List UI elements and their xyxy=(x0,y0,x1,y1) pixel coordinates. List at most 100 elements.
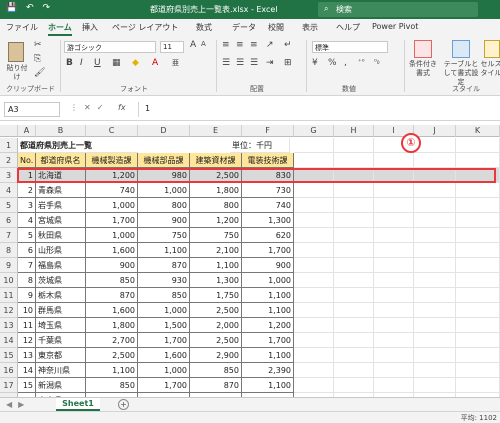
table-cell[interactable]: 750 xyxy=(190,228,242,243)
grid-cell[interactable] xyxy=(414,153,456,168)
grid-cell[interactable] xyxy=(374,213,414,228)
grid-cell[interactable] xyxy=(374,273,414,288)
col-header-a[interactable]: A xyxy=(18,125,36,137)
table-cell[interactable]: 2,390 xyxy=(242,363,294,378)
cell-styles-icon[interactable] xyxy=(484,40,500,58)
table-cell[interactable]: 8 xyxy=(18,273,36,288)
col-header-e[interactable]: E xyxy=(190,125,242,137)
merge-icon[interactable]: ⊞ xyxy=(284,58,292,68)
add-sheet-icon[interactable]: + xyxy=(118,399,129,410)
grid-cell[interactable] xyxy=(334,183,374,198)
table-cell[interactable]: 800 xyxy=(190,198,242,213)
table-cell[interactable]: 秋田県 xyxy=(36,228,86,243)
grid-cell[interactable] xyxy=(414,198,456,213)
grid-cell[interactable] xyxy=(456,228,500,243)
select-all-corner[interactable] xyxy=(0,125,18,137)
table-cell[interactable]: 1,700 xyxy=(86,213,138,228)
table-cell[interactable]: 1,300 xyxy=(242,213,294,228)
align-left-icon[interactable]: ☰ xyxy=(222,58,230,68)
font-size-select[interactable]: 11 xyxy=(160,41,184,53)
grid-cell[interactable] xyxy=(294,273,334,288)
grid-cell[interactable] xyxy=(456,138,500,153)
grid-cell[interactable] xyxy=(294,213,334,228)
table-cell[interactable]: 埼玉県 xyxy=(36,318,86,333)
grid-cell[interactable] xyxy=(456,243,500,258)
grid-cell[interactable] xyxy=(334,153,374,168)
table-header[interactable]: No. xyxy=(18,153,36,168)
grid-cell[interactable] xyxy=(334,198,374,213)
fill-color-icon[interactable]: ◆ xyxy=(132,58,139,68)
grid-cell[interactable] xyxy=(456,153,500,168)
table-cell[interactable]: 1,000 xyxy=(242,273,294,288)
row-header[interactable]: 11 xyxy=(0,288,18,303)
table-cell[interactable]: 5 xyxy=(18,228,36,243)
grid-cell[interactable] xyxy=(374,378,414,393)
tab-help[interactable]: ヘルプ xyxy=(336,22,360,33)
grid-cell[interactable] xyxy=(456,258,500,273)
table-cell[interactable]: 900 xyxy=(86,258,138,273)
comma-button[interactable]: , xyxy=(344,58,347,68)
table-cell[interactable]: 1,000 xyxy=(138,183,190,198)
table-header[interactable]: 機械製造課 xyxy=(86,153,138,168)
grid-cell[interactable] xyxy=(334,348,374,363)
table-cell[interactable]: 1,100 xyxy=(86,363,138,378)
percent-button[interactable]: % xyxy=(328,58,337,68)
grid-cell[interactable] xyxy=(294,183,334,198)
grid-cell[interactable] xyxy=(456,303,500,318)
grid-cell[interactable] xyxy=(414,378,456,393)
grid-cell[interactable] xyxy=(334,273,374,288)
grid-cell[interactable] xyxy=(456,318,500,333)
font-name-select[interactable]: 游ゴシック xyxy=(64,41,156,53)
table-cell[interactable]: 2,500 xyxy=(190,303,242,318)
grid-cell[interactable] xyxy=(294,288,334,303)
grid-cell[interactable] xyxy=(294,258,334,273)
tab-home[interactable]: ホーム xyxy=(48,22,72,36)
table-cell[interactable]: 茨城県 xyxy=(36,273,86,288)
table-cell[interactable]: 800 xyxy=(138,198,190,213)
format-as-table-icon[interactable] xyxy=(452,40,470,58)
table-cell[interactable]: 870 xyxy=(86,288,138,303)
grid-cell[interactable] xyxy=(456,213,500,228)
row-header[interactable]: 12 xyxy=(0,303,18,318)
table-cell[interactable]: 15 xyxy=(18,378,36,393)
table-cell[interactable]: 1,700 xyxy=(242,243,294,258)
table-cell[interactable]: 850 xyxy=(86,378,138,393)
conditional-format-icon[interactable] xyxy=(414,40,432,58)
grid-cell[interactable] xyxy=(374,198,414,213)
table-cell[interactable]: 9 xyxy=(18,288,36,303)
align-top-icon[interactable]: ≡ xyxy=(222,40,230,50)
grid-cell[interactable] xyxy=(414,333,456,348)
table-cell[interactable]: 740 xyxy=(242,198,294,213)
table-cell[interactable]: 900 xyxy=(242,258,294,273)
tab-data[interactable]: データ xyxy=(232,22,256,33)
table-cell[interactable]: 620 xyxy=(242,228,294,243)
table-cell[interactable]: 850 xyxy=(86,273,138,288)
formula-controls[interactable]: ⋮✕✓ xyxy=(70,103,109,112)
table-cell[interactable]: 740 xyxy=(86,183,138,198)
row-header[interactable]: 17 xyxy=(0,378,18,393)
grid-cell[interactable] xyxy=(334,243,374,258)
grid-cell[interactable] xyxy=(374,183,414,198)
format-painter-icon[interactable]: 🖌 xyxy=(34,68,45,78)
align-center-icon[interactable]: ☰ xyxy=(236,58,244,68)
grid-cell[interactable] xyxy=(334,333,374,348)
align-bottom-icon[interactable]: ≡ xyxy=(250,40,258,50)
table-header[interactable]: 機械部品課 xyxy=(138,153,190,168)
table-cell[interactable]: 1,000 xyxy=(138,303,190,318)
grid-cell[interactable] xyxy=(374,348,414,363)
table-cell[interactable]: 1,100 xyxy=(242,378,294,393)
grid-cell[interactable] xyxy=(414,228,456,243)
currency-icon[interactable]: ¥ xyxy=(312,58,318,68)
table-cell[interactable]: 神奈川県 xyxy=(36,363,86,378)
col-header-j[interactable]: J xyxy=(414,125,456,137)
row-header[interactable]: 13 xyxy=(0,318,18,333)
bold-button[interactable]: B xyxy=(66,58,73,68)
table-cell[interactable]: 1,750 xyxy=(190,288,242,303)
table-cell[interactable]: 千葉県 xyxy=(36,333,86,348)
tab-page-layout[interactable]: ページ レイアウト xyxy=(112,22,178,33)
row-header[interactable]: 3 xyxy=(0,168,18,183)
table-cell[interactable]: 850 xyxy=(190,363,242,378)
grid-cell[interactable] xyxy=(294,303,334,318)
grid-cell[interactable] xyxy=(414,243,456,258)
table-cell[interactable]: 1,200 xyxy=(242,318,294,333)
